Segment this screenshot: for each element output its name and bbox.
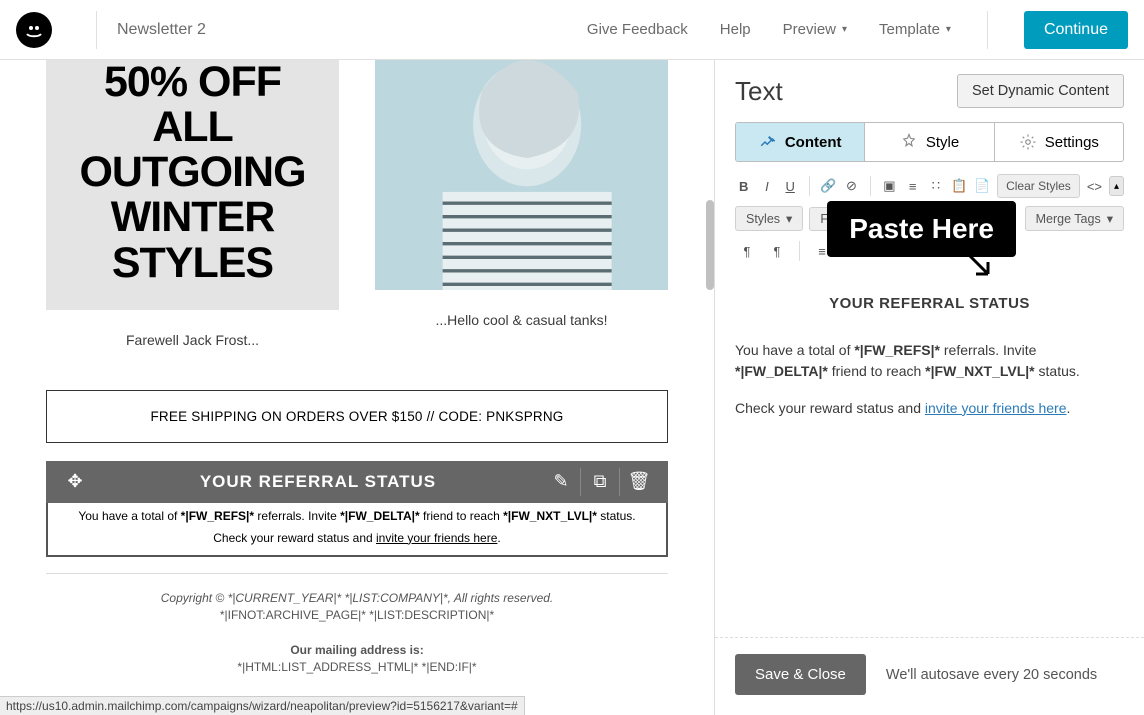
settings-icon <box>1019 133 1037 151</box>
paste-button[interactable]: 📋 <box>951 174 968 198</box>
move-handle-icon[interactable]: ✥ <box>56 471 94 492</box>
chevron-down-icon: ▾ <box>946 24 951 35</box>
clear-styles-button[interactable]: Clear Styles <box>997 174 1080 198</box>
shipping-banner-block[interactable]: FREE SHIPPING ON ORDERS OVER $150 // COD… <box>46 390 668 443</box>
help-link[interactable]: Help <box>720 21 751 38</box>
styles-select[interactable]: Styles ▾ <box>735 206 803 231</box>
toolbar-collapse-button[interactable]: ▴ <box>1109 176 1124 196</box>
edit-icon[interactable]: ✎ <box>542 471 580 492</box>
content-icon <box>759 133 777 151</box>
divider <box>96 11 97 49</box>
underline-button[interactable]: U <box>782 174 799 198</box>
panel-tabs: Content Style Settings <box>735 122 1124 162</box>
tab-content[interactable]: Content <box>736 123 864 161</box>
model-photo <box>375 60 668 290</box>
rtl-button[interactable]: ¶ <box>765 239 789 263</box>
continue-button[interactable]: Continue <box>1024 11 1128 49</box>
campaign-title: Newsletter 2 <box>117 21 206 39</box>
right-caption: ...Hello cool & casual tanks! <box>375 312 668 328</box>
top-navigation: Newsletter 2 Give Feedback Help Preview▾… <box>0 0 1144 60</box>
merge-tags-select[interactable]: Merge Tags ▾ <box>1025 206 1124 231</box>
ordered-list-button[interactable]: ≡ <box>904 174 921 198</box>
email-canvas[interactable]: 50% OFF ALL OUTGOING WINTER STYLES Farew… <box>0 60 714 715</box>
tab-settings[interactable]: Settings <box>994 123 1123 161</box>
autosave-note: We'll autosave every 20 seconds <box>886 667 1097 683</box>
callout-arrow-icon <box>966 252 996 282</box>
preview-menu[interactable]: Preview▾ <box>783 21 847 38</box>
style-icon <box>900 133 918 151</box>
scrollbar-thumb[interactable] <box>706 200 714 290</box>
invite-link[interactable]: invite your friends here <box>376 531 497 545</box>
duplicate-icon[interactable]: ⧉ <box>581 471 619 492</box>
left-caption: Farewell Jack Frost... <box>46 332 339 348</box>
give-feedback-link[interactable]: Give Feedback <box>587 21 688 38</box>
panel-footer: Save & Close We'll autosave every 20 sec… <box>715 637 1144 715</box>
editor-panel: Text Set Dynamic Content Content Style S… <box>714 60 1144 715</box>
unlink-button[interactable]: ⊘ <box>843 174 860 198</box>
mailchimp-logo-icon[interactable] <box>16 12 52 48</box>
divider <box>46 573 668 574</box>
unordered-list-button[interactable]: ∷ <box>927 174 944 198</box>
image-button[interactable]: ▣ <box>881 174 898 198</box>
editor-paragraph: You have a total of *|FW_REFS|* referral… <box>735 340 1124 382</box>
italic-button[interactable]: I <box>758 174 775 198</box>
selected-text-block[interactable]: ✥ YOUR REFERRAL STATUS ✎ ⧉ 🗑 You have a … <box>46 461 668 557</box>
promo-headline-block[interactable]: 50% OFF ALL OUTGOING WINTER STYLES <box>46 60 339 310</box>
tab-style[interactable]: Style <box>864 123 993 161</box>
save-and-close-button[interactable]: Save & Close <box>735 654 866 695</box>
ltr-button[interactable]: ¶ <box>735 239 759 263</box>
headline-text: 50% OFF ALL OUTGOING WINTER STYLES <box>64 60 321 286</box>
panel-title: Text <box>735 76 957 107</box>
template-menu[interactable]: Template▾ <box>879 21 951 38</box>
paste-text-button[interactable]: 📄 <box>974 174 991 198</box>
bold-button[interactable]: B <box>735 174 752 198</box>
set-dynamic-content-button[interactable]: Set Dynamic Content <box>957 74 1124 108</box>
editor-content[interactable]: YOUR REFERRAL STATUS You have a total of… <box>735 285 1124 485</box>
promo-image-block[interactable] <box>375 60 668 290</box>
delete-icon[interactable]: 🗑 <box>620 471 658 492</box>
source-code-button[interactable]: <> <box>1086 174 1103 198</box>
browser-status-bar: https://us10.admin.mailchimp.com/campaig… <box>0 696 525 715</box>
divider <box>987 11 988 49</box>
block-title-overlay: YOUR REFERRAL STATUS <box>94 472 542 492</box>
editor-heading: YOUR REFERRAL STATUS <box>735 293 1124 316</box>
link-button[interactable]: 🔗 <box>820 174 837 198</box>
block-toolbar: ✥ YOUR REFERRAL STATUS ✎ ⧉ 🗑 <box>46 461 668 503</box>
chevron-down-icon: ▾ <box>842 24 847 35</box>
editor-paragraph: Check your reward status and invite your… <box>735 398 1124 419</box>
paste-here-callout: Paste Here <box>827 201 1016 257</box>
editor-invite-link[interactable]: invite your friends here <box>925 400 1067 416</box>
